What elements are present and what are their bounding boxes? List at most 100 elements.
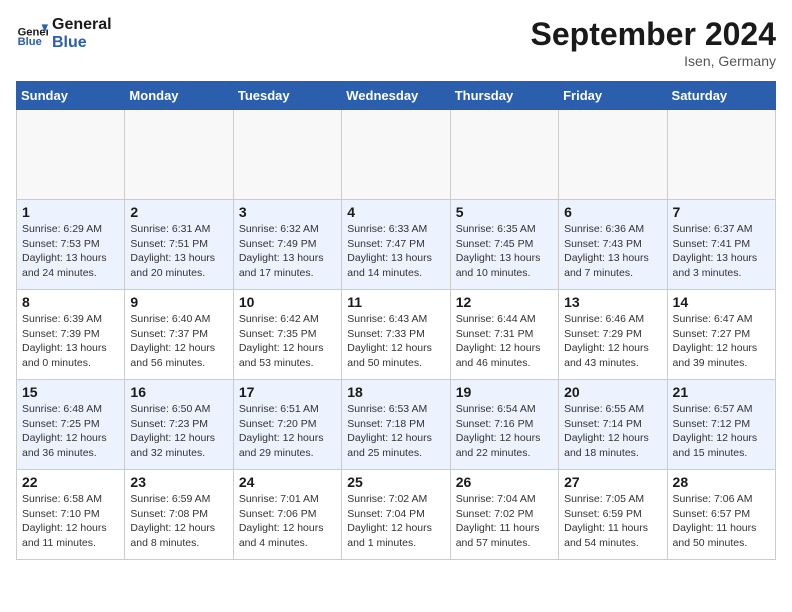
day-number: 25 bbox=[347, 474, 444, 490]
day-number: 19 bbox=[456, 384, 553, 400]
sunrise: Sunrise: 6:36 AM bbox=[564, 222, 661, 237]
daylight-minutes: and 11 minutes. bbox=[22, 536, 119, 551]
calendar-cell: 6Sunrise: 6:36 AMSunset: 7:43 PMDaylight… bbox=[559, 200, 667, 290]
sunset: Sunset: 7:23 PM bbox=[130, 417, 227, 432]
svg-text:Blue: Blue bbox=[18, 36, 42, 48]
calendar-cell: 5Sunrise: 6:35 AMSunset: 7:45 PMDaylight… bbox=[450, 200, 558, 290]
calendar-cell: 12Sunrise: 6:44 AMSunset: 7:31 PMDayligh… bbox=[450, 290, 558, 380]
daylight-label: Daylight: 13 hours bbox=[239, 251, 336, 266]
sunrise: Sunrise: 6:31 AM bbox=[130, 222, 227, 237]
calendar-cell: 14Sunrise: 6:47 AMSunset: 7:27 PMDayligh… bbox=[667, 290, 775, 380]
month-title: September 2024 bbox=[531, 16, 776, 53]
calendar-cell bbox=[125, 110, 233, 200]
calendar-cell: 22 Sunrise: 6:58 AMSunset: 7:10 PMDayligh… bbox=[17, 470, 125, 560]
daylight-minutes: and 17 minutes. bbox=[239, 266, 336, 281]
daylight-minutes: and 15 minutes. bbox=[673, 446, 770, 461]
day-number: 24 bbox=[239, 474, 336, 490]
daylight-label: Daylight: 12 hours bbox=[239, 521, 336, 536]
day-number: 13 bbox=[564, 294, 661, 310]
title-block: September 2024 Isen, Germany bbox=[531, 16, 776, 69]
daylight-label: Daylight: 13 hours bbox=[347, 251, 444, 266]
daylight-minutes: and 57 minutes. bbox=[456, 536, 553, 551]
day-number: 4 bbox=[347, 204, 444, 220]
day-info: Sunrise: 6:55 AMSunset: 7:14 PMDaylight:… bbox=[564, 402, 661, 461]
daylight-minutes: and 8 minutes. bbox=[130, 536, 227, 551]
daylight-minutes: and 32 minutes. bbox=[130, 446, 227, 461]
day-number: 9 bbox=[130, 294, 227, 310]
daylight-label: Daylight: 12 hours bbox=[564, 431, 661, 446]
day-number: 3 bbox=[239, 204, 336, 220]
sunrise: Sunrise: 6:40 AM bbox=[130, 312, 227, 327]
daylight-label: Daylight: 12 hours bbox=[239, 341, 336, 356]
daylight-minutes: and 50 minutes. bbox=[673, 536, 770, 551]
daylight-minutes: and 29 minutes. bbox=[239, 446, 336, 461]
calendar-cell: 2Sunrise: 6:31 AMSunset: 7:51 PMDaylight… bbox=[125, 200, 233, 290]
day-number: 14 bbox=[673, 294, 770, 310]
calendar-cell: 1Sunrise: 6:29 AMSunset: 7:53 PMDaylight… bbox=[17, 200, 125, 290]
sunset: Sunset: 7:14 PM bbox=[564, 417, 661, 432]
daylight-minutes: and 10 minutes. bbox=[456, 266, 553, 281]
day-number: 5 bbox=[456, 204, 553, 220]
day-info: Sunrise: 6:40 AMSunset: 7:37 PMDaylight:… bbox=[130, 312, 227, 371]
sunrise: Sunrise: 6:35 AM bbox=[456, 222, 553, 237]
calendar-cell: 15Sunrise: 6:48 AMSunset: 7:25 PMDayligh… bbox=[17, 380, 125, 470]
col-header-wednesday: Wednesday bbox=[342, 82, 450, 110]
sunset: Sunset: 7:53 PM bbox=[22, 237, 119, 252]
sunrise: Sunrise: 6:59 AM bbox=[130, 492, 227, 507]
calendar-cell: 23Sunrise: 6:59 AMSunset: 7:08 PMDayligh… bbox=[125, 470, 233, 560]
daylight-minutes: and 18 minutes. bbox=[564, 446, 661, 461]
sunset: Sunset: 7:45 PM bbox=[456, 237, 553, 252]
day-number: 7 bbox=[673, 204, 770, 220]
sunrise: Sunrise: 6:37 AM bbox=[673, 222, 770, 237]
calendar-cell: 26Sunrise: 7:04 AMSunset: 7:02 PMDayligh… bbox=[450, 470, 558, 560]
sunset: Sunset: 7:49 PM bbox=[239, 237, 336, 252]
calendar-row-1 bbox=[17, 110, 776, 200]
daylight-label: Daylight: 13 hours bbox=[130, 251, 227, 266]
day-info: Sunrise: 6:54 AMSunset: 7:16 PMDaylight:… bbox=[456, 402, 553, 461]
daylight-minutes: and 4 minutes. bbox=[239, 536, 336, 551]
sunrise: Sunrise: 6:46 AM bbox=[564, 312, 661, 327]
daylight-label: Daylight: 13 hours bbox=[22, 341, 119, 356]
daylight-label: Daylight: 12 hours bbox=[130, 431, 227, 446]
calendar-cell: 9 Sunrise: 6:40 AMSunset: 7:37 PMDaylight… bbox=[125, 290, 233, 380]
day-number: 22 bbox=[22, 474, 119, 490]
sunrise: Sunrise: 6:58 AM bbox=[22, 492, 119, 507]
daylight-minutes: and 7 minutes. bbox=[564, 266, 661, 281]
daylight-label: Daylight: 12 hours bbox=[347, 431, 444, 446]
logo-blue: Blue bbox=[52, 34, 112, 52]
sunset: Sunset: 7:10 PM bbox=[22, 507, 119, 522]
sunrise: Sunrise: 7:05 AM bbox=[564, 492, 661, 507]
sunrise: Sunrise: 6:39 AM bbox=[22, 312, 119, 327]
day-number: 6 bbox=[564, 204, 661, 220]
sunset: Sunset: 6:59 PM bbox=[564, 507, 661, 522]
day-info: Sunrise: 6:59 AMSunset: 7:08 PMDaylight:… bbox=[130, 492, 227, 551]
sunrise: Sunrise: 6:44 AM bbox=[456, 312, 553, 327]
sunrise: Sunrise: 7:02 AM bbox=[347, 492, 444, 507]
daylight-minutes: and 43 minutes. bbox=[564, 356, 661, 371]
logo-general: General bbox=[52, 16, 112, 34]
daylight-label: Daylight: 13 hours bbox=[22, 251, 119, 266]
calendar-cell: 18Sunrise: 6:53 AMSunset: 7:18 PMDayligh… bbox=[342, 380, 450, 470]
day-number: 17 bbox=[239, 384, 336, 400]
daylight-minutes: and 14 minutes. bbox=[347, 266, 444, 281]
day-info: Sunrise: 6:31 AMSunset: 7:51 PMDaylight:… bbox=[130, 222, 227, 281]
day-info: Sunrise: 6:51 AMSunset: 7:20 PMDaylight:… bbox=[239, 402, 336, 461]
calendar-row-2: 1Sunrise: 6:29 AMSunset: 7:53 PMDaylight… bbox=[17, 200, 776, 290]
day-info: Sunrise: 6:58 AMSunset: 7:10 PMDaylight:… bbox=[22, 492, 119, 551]
sunset: Sunset: 7:37 PM bbox=[130, 327, 227, 342]
day-info: Sunrise: 6:43 AMSunset: 7:33 PMDaylight:… bbox=[347, 312, 444, 371]
daylight-label: Daylight: 12 hours bbox=[347, 341, 444, 356]
sunrise: Sunrise: 6:43 AM bbox=[347, 312, 444, 327]
calendar-table: SundayMondayTuesdayWednesdayThursdayFrid… bbox=[16, 81, 776, 560]
calendar-cell: 20Sunrise: 6:55 AMSunset: 7:14 PMDayligh… bbox=[559, 380, 667, 470]
sunrise: Sunrise: 6:42 AM bbox=[239, 312, 336, 327]
daylight-minutes: and 24 minutes. bbox=[22, 266, 119, 281]
daylight-minutes: and 56 minutes. bbox=[130, 356, 227, 371]
sunrise: Sunrise: 6:54 AM bbox=[456, 402, 553, 417]
day-number: 16 bbox=[130, 384, 227, 400]
sunset: Sunset: 7:39 PM bbox=[22, 327, 119, 342]
daylight-minutes: and 50 minutes. bbox=[347, 356, 444, 371]
sunrise: Sunrise: 6:33 AM bbox=[347, 222, 444, 237]
col-header-friday: Friday bbox=[559, 82, 667, 110]
day-info: Sunrise: 6:32 AMSunset: 7:49 PMDaylight:… bbox=[239, 222, 336, 281]
